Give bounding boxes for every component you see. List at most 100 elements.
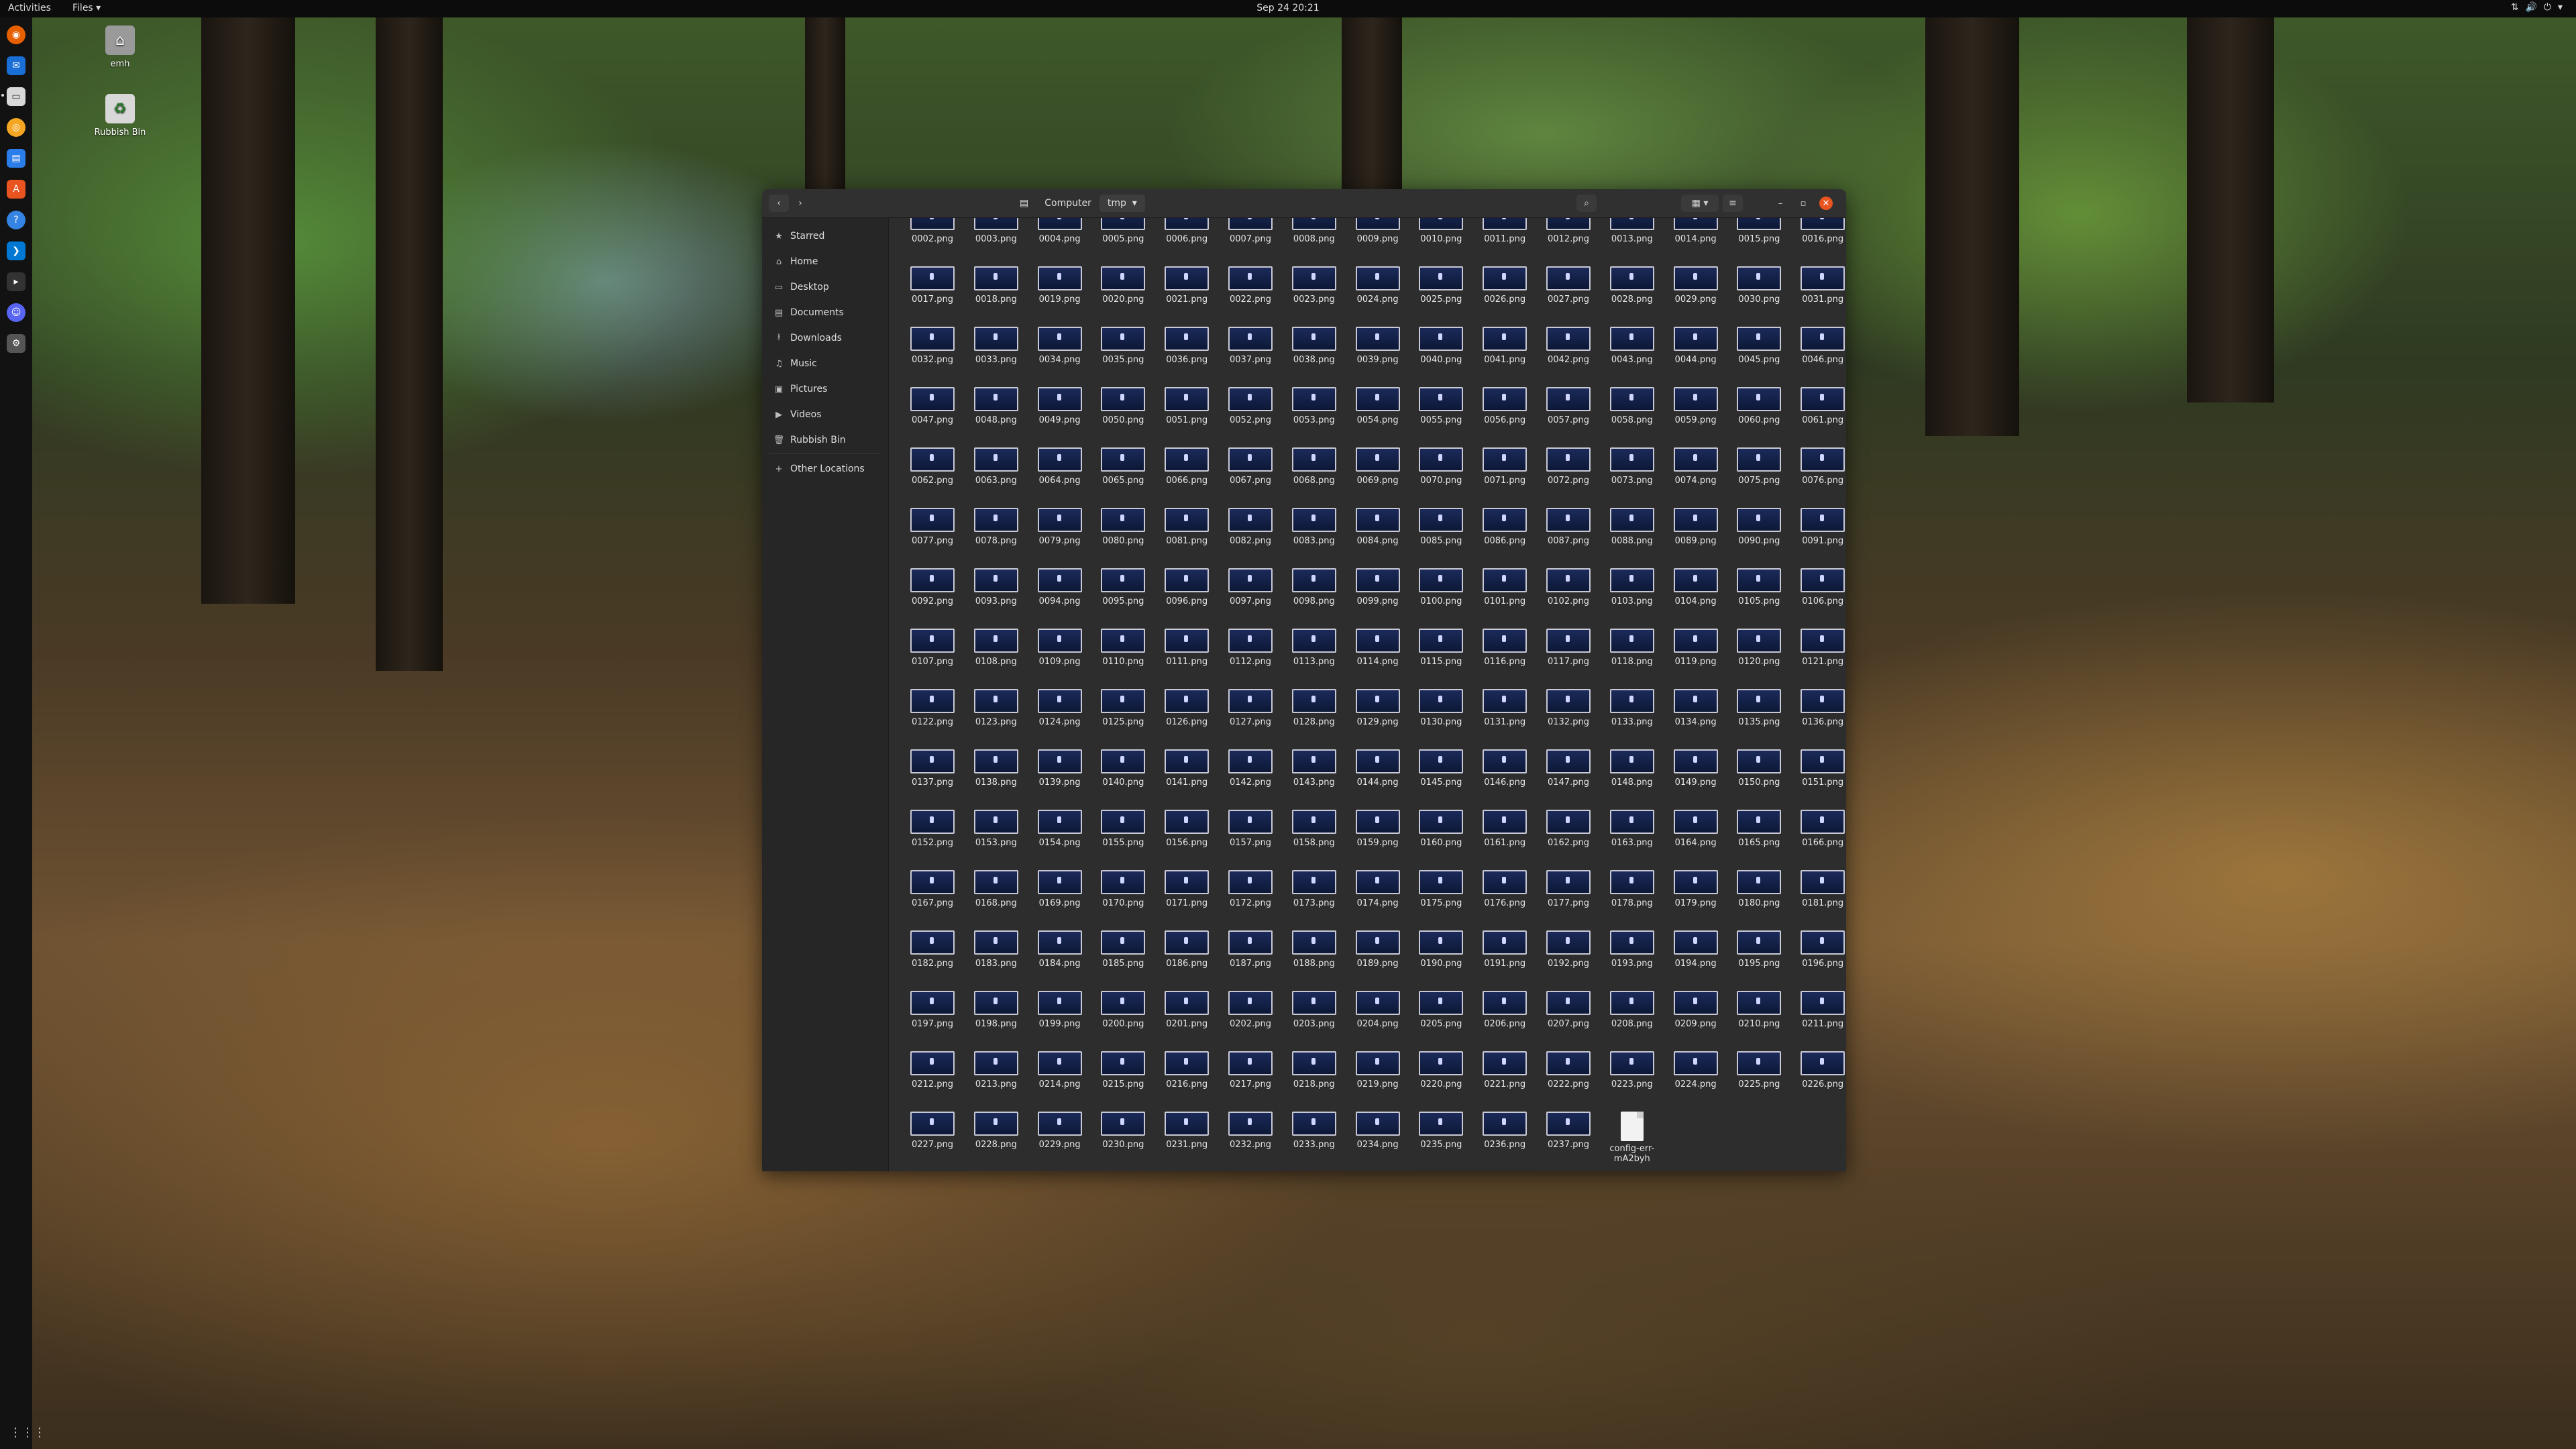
file-item-png[interactable]: 0154.png	[1028, 810, 1091, 848]
file-item-png[interactable]: 0079.png	[1028, 508, 1091, 546]
sidebar-item-documents[interactable]: ▤ Documents	[762, 303, 888, 323]
file-item-png[interactable]: 0112.png	[1219, 629, 1282, 667]
file-item-png[interactable]: 0177.png	[1537, 870, 1600, 908]
file-item-png[interactable]: 0098.png	[1283, 568, 1346, 606]
file-item-png[interactable]: 0127.png	[1219, 689, 1282, 727]
file-item-png[interactable]: 0163.png	[1601, 810, 1664, 848]
file-item-png[interactable]: 0198.png	[965, 991, 1028, 1029]
file-item-png[interactable]: 0193.png	[1601, 930, 1664, 969]
file-item-png[interactable]: 0087.png	[1537, 508, 1600, 546]
clock[interactable]: Sep 24 20:21	[0, 3, 2576, 13]
file-item-png[interactable]: 0115.png	[1409, 629, 1472, 667]
file-item-png[interactable]: 0208.png	[1601, 991, 1664, 1029]
file-item-png[interactable]: 0106.png	[1791, 568, 1846, 606]
file-item-png[interactable]: 0004.png	[1028, 218, 1091, 244]
file-item-png[interactable]: 0157.png	[1219, 810, 1282, 848]
file-item-png[interactable]: 0207.png	[1537, 991, 1600, 1029]
file-item-png[interactable]: 0014.png	[1664, 218, 1727, 244]
file-item-png[interactable]: 0105.png	[1727, 568, 1790, 606]
file-item-png[interactable]: 0216.png	[1155, 1051, 1218, 1089]
file-item-png[interactable]: 0200.png	[1091, 991, 1155, 1029]
file-item-png[interactable]: 0024.png	[1346, 266, 1409, 305]
file-item-text[interactable]: config-err-mA2byh	[1601, 1112, 1664, 1164]
file-item-png[interactable]: 0096.png	[1155, 568, 1218, 606]
file-item-png[interactable]: 0178.png	[1601, 870, 1664, 908]
file-item-png[interactable]: 0119.png	[1664, 629, 1727, 667]
file-item-png[interactable]: 0036.png	[1155, 327, 1218, 365]
file-item-png[interactable]: 0060.png	[1727, 387, 1790, 425]
file-item-png[interactable]: 0050.png	[1091, 387, 1155, 425]
file-item-png[interactable]: 0170.png	[1091, 870, 1155, 908]
file-item-png[interactable]: 0113.png	[1283, 629, 1346, 667]
file-item-png[interactable]: 0234.png	[1346, 1112, 1409, 1150]
forward-button[interactable]: ›	[790, 195, 810, 212]
file-item-png[interactable]: 0093.png	[965, 568, 1028, 606]
file-item-png[interactable]: 0114.png	[1346, 629, 1409, 667]
activities-button[interactable]: Activities	[8, 3, 51, 13]
file-item-png[interactable]: 0066.png	[1155, 447, 1218, 486]
file-item-png[interactable]: 0055.png	[1409, 387, 1472, 425]
file-item-png[interactable]: 0146.png	[1473, 749, 1536, 788]
file-item-png[interactable]: 0012.png	[1537, 218, 1600, 244]
file-item-png[interactable]: 0076.png	[1791, 447, 1846, 486]
settings-icon[interactable]: ⚙	[7, 334, 25, 353]
file-item-png[interactable]: 0166.png	[1791, 810, 1846, 848]
file-item-png[interactable]: 0028.png	[1601, 266, 1664, 305]
file-item-png[interactable]: 0135.png	[1727, 689, 1790, 727]
file-item-png[interactable]: 0167.png	[901, 870, 964, 908]
file-item-png[interactable]: 0162.png	[1537, 810, 1600, 848]
file-item-png[interactable]: 0122.png	[901, 689, 964, 727]
file-item-png[interactable]: 0018.png	[965, 266, 1028, 305]
file-item-png[interactable]: 0015.png	[1727, 218, 1790, 244]
file-item-png[interactable]: 0107.png	[901, 629, 964, 667]
file-item-png[interactable]: 0152.png	[901, 810, 964, 848]
file-item-png[interactable]: 0085.png	[1409, 508, 1472, 546]
thunderbird-icon[interactable]: ✉	[7, 56, 25, 75]
file-item-png[interactable]: 0206.png	[1473, 991, 1536, 1029]
app-menu-button[interactable]: Files ▾	[72, 3, 101, 13]
file-item-png[interactable]: 0099.png	[1346, 568, 1409, 606]
sidebar-item-desktop[interactable]: ▭ Desktop	[762, 277, 888, 297]
file-item-png[interactable]: 0074.png	[1664, 447, 1727, 486]
file-item-png[interactable]: 0101.png	[1473, 568, 1536, 606]
file-item-png[interactable]: 0003.png	[965, 218, 1028, 244]
file-item-png[interactable]: 0227.png	[901, 1112, 964, 1150]
file-item-png[interactable]: 0008.png	[1283, 218, 1346, 244]
file-item-png[interactable]: 0029.png	[1664, 266, 1727, 305]
file-item-png[interactable]: 0109.png	[1028, 629, 1091, 667]
file-item-png[interactable]: 0019.png	[1028, 266, 1091, 305]
file-item-png[interactable]: 0148.png	[1601, 749, 1664, 788]
file-item-png[interactable]: 0197.png	[901, 991, 964, 1029]
file-item-png[interactable]: 0049.png	[1028, 387, 1091, 425]
file-item-png[interactable]: 0233.png	[1283, 1112, 1346, 1150]
file-item-png[interactable]: 0133.png	[1601, 689, 1664, 727]
file-item-png[interactable]: 0205.png	[1409, 991, 1472, 1029]
file-item-png[interactable]: 0006.png	[1155, 218, 1218, 244]
file-item-png[interactable]: 0110.png	[1091, 629, 1155, 667]
file-item-png[interactable]: 0213.png	[965, 1051, 1028, 1089]
show-apps-button[interactable]: ⋮⋮⋮	[9, 1426, 46, 1440]
file-item-png[interactable]: 0212.png	[901, 1051, 964, 1089]
file-item-png[interactable]: 0159.png	[1346, 810, 1409, 848]
file-item-png[interactable]: 0086.png	[1473, 508, 1536, 546]
sidebar-item-starred[interactable]: ★ Starred	[762, 226, 888, 246]
file-item-png[interactable]: 0116.png	[1473, 629, 1536, 667]
file-item-png[interactable]: 0235.png	[1409, 1112, 1472, 1150]
file-item-png[interactable]: 0131.png	[1473, 689, 1536, 727]
system-tray[interactable]: ⇅🔊⏻▾	[2511, 2, 2569, 13]
file-item-png[interactable]: 0082.png	[1219, 508, 1282, 546]
file-item-png[interactable]: 0141.png	[1155, 749, 1218, 788]
file-item-png[interactable]: 0037.png	[1219, 327, 1282, 365]
close-button[interactable]: ✕	[1819, 197, 1833, 210]
file-item-png[interactable]: 0092.png	[901, 568, 964, 606]
file-item-png[interactable]: 0153.png	[965, 810, 1028, 848]
file-item-png[interactable]: 0025.png	[1409, 266, 1472, 305]
file-item-png[interactable]: 0182.png	[901, 930, 964, 969]
back-button[interactable]: ‹	[769, 195, 789, 212]
file-item-png[interactable]: 0021.png	[1155, 266, 1218, 305]
sidebar-item-rubbish-bin[interactable]: 🗑 Rubbish Bin	[762, 430, 888, 450]
file-item-png[interactable]: 0129.png	[1346, 689, 1409, 727]
file-item-png[interactable]: 0192.png	[1537, 930, 1600, 969]
file-item-png[interactable]: 0123.png	[965, 689, 1028, 727]
file-item-png[interactable]: 0176.png	[1473, 870, 1536, 908]
